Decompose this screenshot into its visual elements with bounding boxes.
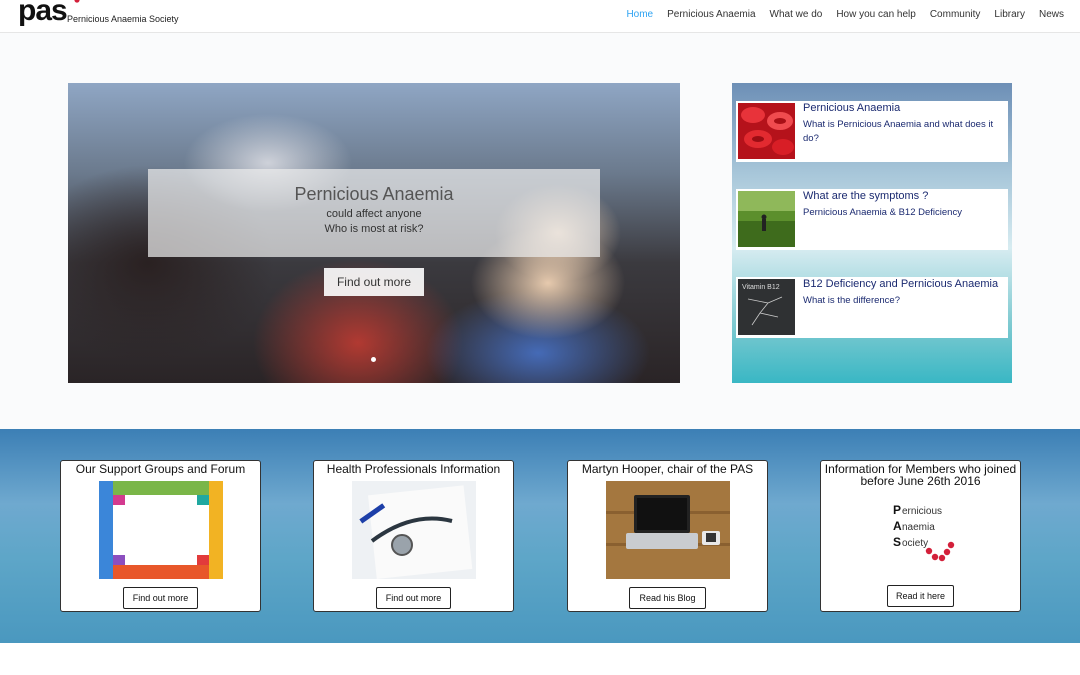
- logo-word-ernicious: ernicious: [902, 506, 942, 517]
- side-link-card[interactable]: What are the symptoms ? Pernicious Anaem…: [736, 189, 1008, 250]
- feature-card: Health Professionals Information Find ou…: [313, 460, 514, 612]
- side-link-subtitle: What is the difference?: [803, 295, 900, 306]
- card-title: Information for Members who joined befor…: [824, 462, 1017, 488]
- nav-what-we-do[interactable]: What we do: [770, 9, 823, 20]
- pas-logo[interactable]: pas Pernicious Anaemia Society: [18, 0, 179, 32]
- side-link-title: What are the symptoms ?: [803, 190, 929, 202]
- nav-news[interactable]: News: [1039, 9, 1064, 20]
- nav-community[interactable]: Community: [930, 9, 981, 20]
- card-title: Health Professionals Information: [326, 462, 501, 476]
- nav-library[interactable]: Library: [994, 9, 1025, 20]
- colourful-hands-image: [99, 481, 223, 579]
- red-blood-cells-image: [738, 103, 795, 159]
- logo-text: pas: [18, 0, 68, 27]
- vitamin-b12-chalkboard-image: Vitamin B12: [738, 279, 795, 335]
- chalkboard-text: Vitamin B12: [742, 284, 780, 291]
- hero-caption-box: Pernicious Anaemia could affect anyone W…: [148, 169, 600, 257]
- pas-society-logo-image: P ernicious A naemia S ociety: [859, 499, 983, 581]
- logo-subtitle: Pernicious Anaemia Society: [67, 14, 179, 24]
- hero-line-1: could affect anyone: [326, 208, 422, 220]
- logo-hearts-icon: [74, 0, 80, 3]
- side-link-subtitle: What is Pernicious Anaemia and what does…: [803, 119, 994, 144]
- logo-word-ociety: ociety: [902, 538, 928, 549]
- logo-word-naemia: naemia: [902, 522, 935, 533]
- slider-dot[interactable]: [371, 357, 376, 362]
- side-link-card[interactable]: Vitamin B12 B12 Deficiency and Perniciou…: [736, 277, 1008, 338]
- nav-home[interactable]: Home: [626, 9, 653, 20]
- logo-initial-a: A: [893, 519, 902, 533]
- nav-how-you-can-help[interactable]: How you can help: [836, 9, 916, 20]
- read-blog-button[interactable]: Read his Blog: [629, 587, 706, 609]
- stethoscope-image: [352, 481, 476, 579]
- feature-band: Our Support Groups and Forum Find out mo…: [0, 429, 1080, 643]
- side-link-title: B12 Deficiency and Pernicious Anaemia: [803, 278, 999, 290]
- support-groups-find-out-more-button[interactable]: Find out more: [123, 587, 198, 609]
- footer-strip: [0, 643, 1080, 675]
- health-professionals-find-out-more-button[interactable]: Find out more: [376, 587, 451, 609]
- side-link-card[interactable]: Pernicious Anaemia What is Pernicious An…: [736, 101, 1008, 162]
- person-in-field-image: [738, 191, 795, 247]
- hero-title: Pernicious Anaemia: [294, 184, 454, 204]
- card-title: Martyn Hooper, chair of the PAS: [581, 462, 754, 476]
- nav-pernicious-anaemia[interactable]: Pernicious Anaemia: [667, 9, 755, 20]
- side-links-panel: Pernicious Anaemia What is Pernicious An…: [732, 83, 1012, 383]
- hero-slider: Pernicious Anaemia could affect anyone W…: [68, 83, 680, 383]
- site-header: pas Pernicious Anaemia Society Home Pern…: [0, 0, 1080, 33]
- side-link-subtitle: Pernicious Anaemia & B12 Deficiency: [803, 207, 962, 218]
- card-title: Our Support Groups and Forum: [75, 462, 246, 476]
- feature-card: Our Support Groups and Forum Find out mo…: [60, 460, 261, 612]
- laptop-on-desk-image: [606, 481, 730, 579]
- members-read-it-here-button[interactable]: Read it here: [887, 585, 954, 607]
- feature-card: Information for Members who joined befor…: [820, 460, 1021, 612]
- hero-find-out-more-button[interactable]: Find out more: [324, 268, 424, 296]
- logo-initial-p: P: [893, 503, 901, 517]
- main-nav: Home Pernicious Anaemia What we do How y…: [626, 9, 1064, 20]
- feature-card: Martyn Hooper, chair of the PAS Read his…: [567, 460, 768, 612]
- logo-initial-s: S: [893, 535, 901, 549]
- side-link-title: Pernicious Anaemia: [803, 102, 901, 114]
- hero-line-2: Who is most at risk?: [324, 223, 424, 235]
